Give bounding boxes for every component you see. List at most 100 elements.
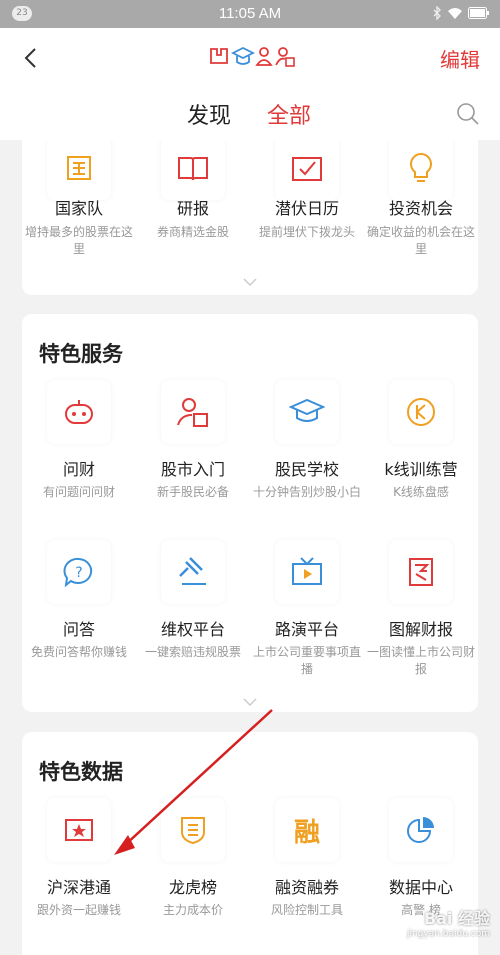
grid-item-dragon-tiger[interactable]: 龙虎榜 主力成本价 xyxy=(136,798,250,948)
status-icons xyxy=(432,6,490,20)
grid-item-school[interactable]: 股民学校 十分钟告别炒股小白 xyxy=(250,380,364,530)
icon-container xyxy=(161,380,225,444)
national-team-icon xyxy=(67,156,91,180)
grid-item-desc: 增持最多的股票在这里 xyxy=(24,225,133,256)
svg-text:?: ? xyxy=(75,565,82,581)
grid-item-desc: 一键索赔违规股票 xyxy=(144,645,241,659)
grid-item-desc: 免费问答帮你赚钱 xyxy=(30,645,127,659)
gavel-icon xyxy=(179,557,206,585)
watermark-text: Bai 经验 xyxy=(423,909,490,928)
grid-item-label: 路演平台 xyxy=(274,620,339,639)
grid-item-label: 股市入门 xyxy=(160,460,225,479)
grid-item-label: 数据中心 xyxy=(388,878,453,897)
watermark: Bai 经验 jingyan.baidu.com xyxy=(407,905,490,939)
top-features-card: 国家队 增持最多的股票在这里 研报 券商精选金股 潜伏日历 提前埋伏下拨龙头 投… xyxy=(22,140,478,295)
grid-item-rights[interactable]: 维权平台 一键索赔违规股票 xyxy=(136,540,250,690)
pie-chart-icon xyxy=(407,817,434,843)
section-title: 特色服务 xyxy=(39,342,123,366)
grid-item-label: k线训练营 xyxy=(384,460,458,479)
grid-item-label: 问答 xyxy=(62,620,95,639)
shield-list-icon xyxy=(181,817,205,845)
icon-container xyxy=(161,798,225,862)
grid-item-label: 融资融券 xyxy=(274,878,339,897)
grid-item-label: 沪深港通 xyxy=(46,878,111,897)
battery-icon xyxy=(468,7,489,19)
icon-container xyxy=(275,540,339,604)
grid-item-label: 研报 xyxy=(176,199,209,218)
icon-container xyxy=(389,140,453,200)
wifi-icon xyxy=(448,7,462,19)
user-guide-icon xyxy=(177,398,208,427)
grid-item-opportunity[interactable]: 投资机会 确定收益的机会在这里 xyxy=(364,140,478,280)
grid-item-label: 图解财报 xyxy=(388,620,453,639)
icon-container xyxy=(389,380,453,444)
grid-item-desc: 跟外资一起赚钱 xyxy=(36,903,121,917)
grid-item-roadshow[interactable]: 路演平台 上市公司重要事项直播 xyxy=(250,540,364,690)
graduation-cap-icon xyxy=(289,398,325,422)
special-services-card: 特色服务 问财 有问题问问财 股市入门 新手股民必备 股民学校 十分钟告别炒股小… xyxy=(22,314,478,712)
grid-item-qa[interactable]: ? 问答 免费问答帮你赚钱 xyxy=(22,540,136,690)
icon-container xyxy=(275,140,339,200)
tab-all[interactable]: 全部 xyxy=(267,98,311,130)
icon-container xyxy=(47,798,111,862)
grid-item-margin[interactable]: 融 融资融券 风险控制工具 xyxy=(250,798,364,948)
grid-item-label: 潜伏日历 xyxy=(274,199,339,218)
grid-item-desc: 提前埋伏下拨龙头 xyxy=(258,225,355,239)
grid-item-desc: 券商精选金股 xyxy=(156,225,229,239)
watermark-url: jingyan.baidu.com xyxy=(406,929,490,939)
expand-chevron-icon[interactable] xyxy=(243,278,257,286)
icon-container: ? xyxy=(47,540,111,604)
clock: 11:05 AM xyxy=(218,5,282,22)
tv-icon xyxy=(292,557,322,585)
icon-container xyxy=(389,798,453,862)
icon-container xyxy=(389,540,453,604)
grid-item-wencai[interactable]: 问财 有问题问问财 xyxy=(22,380,136,530)
app-header: 编辑 发现 全部 xyxy=(0,28,500,140)
hk-flag-icon xyxy=(65,819,93,841)
grid-item-desc: 上市公司重要事项直播 xyxy=(252,645,361,676)
grid-item-label: 维权平台 xyxy=(160,620,225,639)
icon-container xyxy=(275,380,339,444)
bluetooth-icon xyxy=(433,6,441,20)
grid-item-label: 问财 xyxy=(62,460,95,479)
grid-item-kline[interactable]: k线训练营 K线练盘感 xyxy=(364,380,478,530)
icon-container xyxy=(161,540,225,604)
report-doc-icon xyxy=(409,558,433,586)
icon-container xyxy=(47,140,111,200)
grid-item-report[interactable]: 图解财报 一图读懂上市公司财报 xyxy=(364,540,478,690)
grid-item-label: 股民学校 xyxy=(274,460,339,479)
grid-item-desc: 确定收益的机会在这里 xyxy=(366,225,475,256)
lightbulb-icon xyxy=(410,152,432,182)
grid-item-desc: 风险控制工具 xyxy=(270,903,343,917)
status-bar: 23 11:05 AM xyxy=(0,0,500,28)
calendar-icon xyxy=(292,157,322,181)
margin-char-icon: 融 xyxy=(293,817,320,848)
grid-item-desc: 新手股民必备 xyxy=(156,485,229,499)
k-coin-icon xyxy=(407,398,435,426)
robot-icon xyxy=(65,400,93,424)
grid-item-desc: 主力成本价 xyxy=(162,903,223,917)
edit-button[interactable]: 编辑 xyxy=(440,44,480,73)
icon-container xyxy=(47,380,111,444)
icon-container: 融 xyxy=(275,798,339,862)
grid-item-desc: K线练盘感 xyxy=(393,485,449,499)
grid-item-label: 龙虎榜 xyxy=(168,878,217,897)
expand-chevron-icon[interactable] xyxy=(243,698,257,706)
grid-item-national-team[interactable]: 国家队 增持最多的股票在这里 xyxy=(22,140,136,280)
grid-item-beginner[interactable]: 股市入门 新手股民必备 xyxy=(136,380,250,530)
grid-item-desc: 一图读懂上市公司财报 xyxy=(366,645,475,676)
icon-container xyxy=(161,140,225,200)
app-logo-icon xyxy=(210,46,295,67)
book-icon xyxy=(178,157,208,181)
grid-item-desc: 有问题问问财 xyxy=(42,485,115,499)
tab-bar: 发现 全部 xyxy=(0,98,500,130)
back-arrow-icon[interactable] xyxy=(20,46,44,70)
grid-item-calendar[interactable]: 潜伏日历 提前埋伏下拨龙头 xyxy=(250,140,364,280)
tab-discover[interactable]: 发现 xyxy=(187,98,231,130)
grid-item-hk-connect[interactable]: 沪深港通 跟外资一起赚钱 xyxy=(22,798,136,948)
question-bubble-icon: ? xyxy=(63,557,93,588)
grid-item-research[interactable]: 研报 券商精选金股 xyxy=(136,140,250,280)
grid-item-label: 投资机会 xyxy=(388,199,453,218)
search-icon[interactable] xyxy=(456,102,480,126)
grid-item-label: 国家队 xyxy=(54,199,103,218)
